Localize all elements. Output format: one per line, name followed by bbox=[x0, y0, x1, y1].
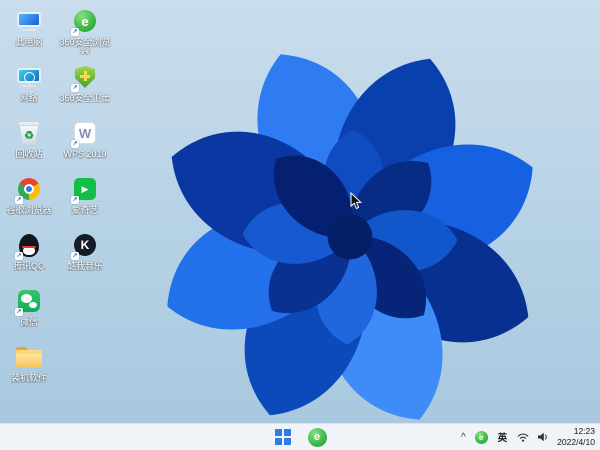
icon-column-2: e ↗ 360安全浏览器 ↗ 360安全卫士 W ↗ WPS 2019 ▶ ↗ bbox=[58, 6, 112, 391]
desktop-icon-this-pc[interactable]: 此电脑 bbox=[2, 6, 56, 55]
icon-label: 谷歌浏览器 bbox=[6, 205, 52, 215]
shortcut-arrow-icon: ↗ bbox=[71, 252, 79, 260]
icon-label: 360安全浏览器 bbox=[59, 37, 111, 55]
wallpaper-bloom bbox=[85, 15, 600, 450]
tray-time: 12:23 bbox=[573, 425, 595, 436]
icon-label: 网络 bbox=[19, 93, 38, 103]
desktop-icon-qq[interactable]: ↗ 腾讯QQ bbox=[2, 230, 56, 279]
folder-icon bbox=[16, 347, 42, 367]
shortcut-arrow-icon: ↗ bbox=[71, 196, 79, 204]
taskbar-360-browser-button[interactable]: e bbox=[305, 425, 329, 449]
icon-label: 微信 bbox=[19, 317, 38, 327]
network-icon bbox=[14, 62, 44, 92]
shortcut-arrow-icon: ↗ bbox=[71, 84, 79, 92]
desktop-icon-software-folder[interactable]: 装机软件 bbox=[2, 342, 56, 391]
shortcut-arrow-icon: ↗ bbox=[71, 28, 79, 36]
desktop-icon-recycle-bin[interactable]: ♻ 回收站 bbox=[2, 118, 56, 167]
desktop-icon-kuwo-music[interactable]: K ↗ 酷我音乐 bbox=[58, 230, 112, 279]
recycle-bin-icon: ♻ bbox=[14, 118, 44, 148]
taskbar-center-icons: e bbox=[271, 424, 329, 450]
tray-date: 2022/4/10 bbox=[557, 437, 595, 447]
icon-label: 此电脑 bbox=[15, 37, 43, 47]
desktop-icon-wps[interactable]: W ↗ WPS 2019 bbox=[58, 118, 112, 167]
start-button[interactable] bbox=[271, 425, 295, 449]
icon-column-1: 此电脑 网络 ♻ 回收站 ↗ 谷歌浏览器 ↗ 腾讯QQ ↗ 微信 装机软件 bbox=[2, 6, 56, 391]
windows-logo-icon bbox=[275, 429, 291, 445]
icon-label: WPS 2019 bbox=[63, 149, 107, 159]
shortcut-arrow-icon: ↗ bbox=[15, 308, 23, 316]
shortcut-arrow-icon: ↗ bbox=[15, 196, 23, 204]
input-method-indicator[interactable]: 英 bbox=[496, 429, 510, 445]
network-icon[interactable] bbox=[517, 432, 529, 442]
recycle-glyph: ♻ bbox=[24, 129, 34, 142]
desktop-icon-iqiyi[interactable]: ▶ ↗ 爱奇艺 bbox=[58, 174, 112, 223]
shortcut-arrow-icon: ↗ bbox=[71, 140, 79, 148]
this-pc-icon bbox=[14, 6, 44, 36]
volume-icon[interactable] bbox=[537, 432, 549, 442]
desktop-icon-network[interactable]: 网络 bbox=[2, 62, 56, 111]
desktop-icon-360-browser[interactable]: e ↗ 360安全浏览器 bbox=[58, 6, 112, 55]
tray-360-icon[interactable]: e bbox=[474, 430, 488, 444]
tray-overflow-chevron[interactable]: ^ bbox=[460, 432, 467, 443]
icon-label: 腾讯QQ bbox=[12, 261, 45, 271]
system-tray: ^ e 英 12:23 2022/4/10 bbox=[460, 424, 595, 450]
360-browser-icon: e bbox=[307, 427, 327, 447]
icon-label: 爱奇艺 bbox=[71, 205, 99, 215]
taskbar-clock[interactable]: 12:23 2022/4/10 bbox=[557, 426, 595, 448]
icon-label: 回收站 bbox=[15, 149, 43, 159]
desktop-icon-360-safe[interactable]: ↗ 360安全卫士 bbox=[58, 62, 112, 111]
icon-label: 酷我音乐 bbox=[66, 261, 103, 271]
desktop-surface[interactable]: 此电脑 网络 ♻ 回收站 ↗ 谷歌浏览器 ↗ 腾讯QQ ↗ 微信 装机软件 e … bbox=[2, 6, 112, 391]
taskbar: e ^ e 英 12:23 2022/4/10 bbox=[0, 423, 600, 450]
icon-label: 装机软件 bbox=[10, 373, 47, 383]
shortcut-arrow-icon: ↗ bbox=[15, 252, 23, 260]
desktop-icon-chrome[interactable]: ↗ 谷歌浏览器 bbox=[2, 174, 56, 223]
desktop-icon-wechat[interactable]: ↗ 微信 bbox=[2, 286, 56, 335]
icon-label: 360安全卫士 bbox=[59, 93, 111, 103]
mouse-cursor bbox=[350, 191, 363, 215]
